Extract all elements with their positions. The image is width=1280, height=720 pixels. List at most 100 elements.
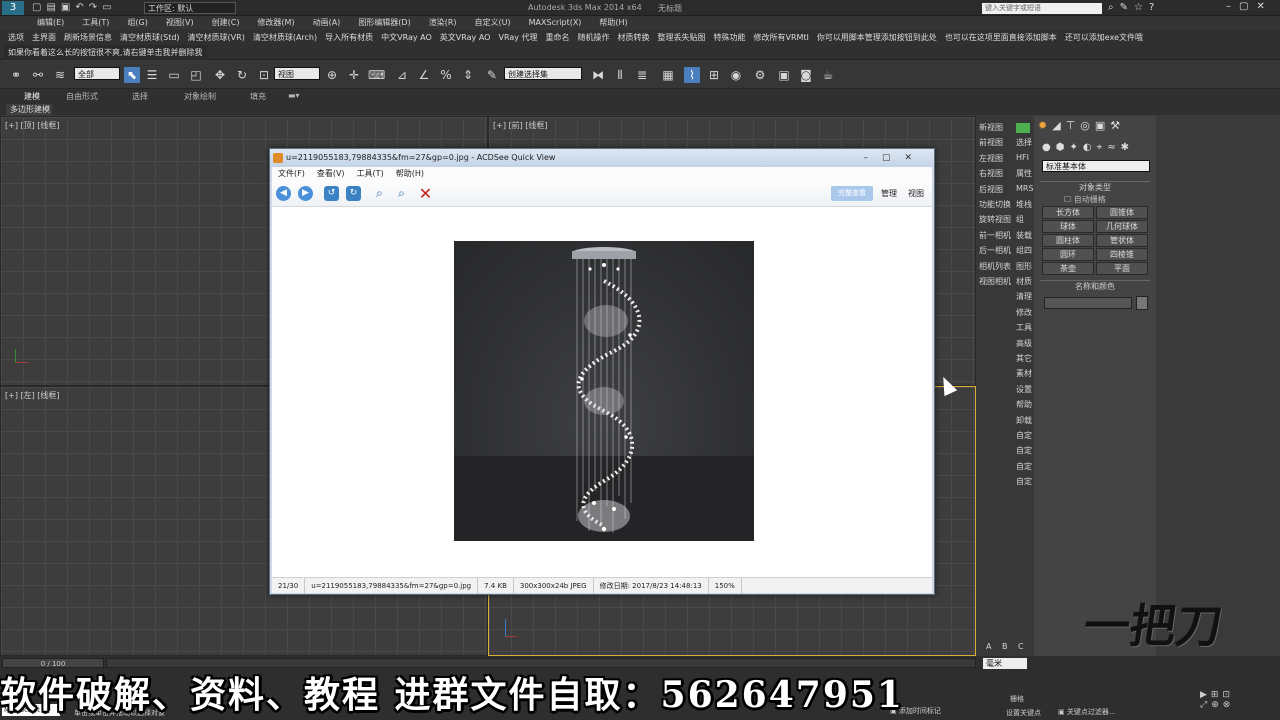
primitive-button[interactable]: 圆锥体 — [1096, 206, 1148, 219]
workspace-dropdown[interactable]: 工作区: 默认 — [144, 2, 236, 14]
align-icon[interactable]: ⫴ — [612, 67, 628, 83]
percent-snap-icon[interactable]: % — [438, 67, 454, 83]
acdsee-menu-file[interactable]: 文件(F) — [272, 167, 311, 181]
acdsee-window-controls[interactable]: –▢✕ — [863, 149, 926, 167]
side-button-tool[interactable]: 清理 — [1016, 291, 1032, 302]
app-logo-icon[interactable]: 3 — [2, 1, 24, 15]
side-button-tool[interactable]: 属性 — [1016, 168, 1032, 179]
select-by-name-icon[interactable]: ☰ — [144, 67, 160, 83]
window-crossing-icon[interactable]: ◰ — [188, 67, 204, 83]
script-button[interactable]: 特殊功能 — [710, 30, 750, 45]
bind-space-warp-icon[interactable]: ≋ — [52, 67, 68, 83]
primitive-button[interactable]: 球体 — [1042, 220, 1094, 233]
side-button-view[interactable]: 后一相机 — [979, 245, 1011, 256]
ribbon-tab-populate[interactable]: 填充 — [250, 91, 266, 102]
edit-named-selection-icon[interactable]: ✎ — [484, 67, 500, 83]
acdsee-image-area[interactable] — [272, 207, 932, 577]
label-c[interactable]: C — [1018, 642, 1024, 651]
side-button-tool[interactable]: 堆栈 — [1016, 199, 1032, 210]
script-button[interactable]: 修改所有VRMtl — [750, 30, 813, 45]
playback-controls[interactable]: ▶⊞⊡ ⤢⊕⊗ — [1200, 690, 1234, 710]
side-button-tool[interactable]: 帮助 — [1016, 399, 1032, 410]
side-button-tool[interactable]: 设置 — [1016, 384, 1032, 395]
menu-customize[interactable]: 自定义(U) — [466, 16, 520, 30]
side-button-view[interactable]: 前一相机 — [979, 230, 1011, 241]
menu-group[interactable]: 组(G) — [118, 16, 156, 30]
angle-snap-icon[interactable]: ∠ — [416, 67, 432, 83]
curve-editor-icon[interactable]: ⌇ — [684, 67, 700, 83]
side-button-tool[interactable]: HFI — [1016, 153, 1029, 162]
script-button[interactable]: 也可以在这项里面直接添加脚本 — [941, 30, 1061, 45]
ribbon-tab-modeling[interactable]: 建模 — [24, 91, 40, 102]
help-icons[interactable]: ⌕✎☆? — [1108, 2, 1160, 13]
side-button-tool[interactable]: 素材 — [1016, 368, 1032, 379]
script-button[interactable]: 英文VRay AO — [436, 30, 495, 45]
ribbon-tab-selection[interactable]: 选择 — [132, 91, 148, 102]
script-button[interactable]: 你可以用脚本管理添加按钮到此处 — [813, 30, 941, 45]
selection-filter-dropdown[interactable]: 全部 — [74, 67, 120, 80]
keyboard-shortcut-icon[interactable]: ⌨ — [368, 67, 385, 83]
primitive-type-dropdown[interactable]: 标准基本体 — [1042, 160, 1150, 172]
autogrid-checkbox[interactable]: ☐ 自动栅格 — [1064, 194, 1106, 205]
full-view-button[interactable]: 完整查看 — [831, 186, 873, 201]
side-button-view[interactable]: 视图相机 — [979, 276, 1011, 287]
label-b[interactable]: B — [1002, 642, 1008, 651]
script-hint-button[interactable]: 如果你看着这么长的按钮很不爽,请右键单击我并删除我 — [4, 45, 207, 60]
script-button[interactable]: 还可以添加exe文件哦 — [1061, 30, 1147, 45]
ribbon-tab-freeform[interactable]: 自由形式 — [66, 91, 98, 102]
rotate-left-icon[interactable]: ↺ — [324, 186, 339, 201]
unlink-icon[interactable]: ⚯ — [30, 67, 46, 83]
label-a[interactable]: A — [986, 642, 991, 651]
layer-manager-icon[interactable]: ≣ — [634, 67, 650, 83]
script-button[interactable]: 选项 — [4, 30, 28, 45]
menu-graph-editors[interactable]: 图形编辑器(D) — [349, 16, 419, 30]
ribbon-subpanel[interactable]: 多边形建模 — [6, 104, 52, 115]
side-button-tool[interactable]: 卸载 — [1016, 415, 1032, 426]
side-button-tool[interactable]: 材质 — [1016, 276, 1032, 287]
rect-selection-icon[interactable]: ▭ — [166, 67, 182, 83]
ribbon-toggle-icon[interactable]: ▦ — [660, 67, 676, 83]
material-editor-icon[interactable]: ◉ — [728, 67, 744, 83]
side-button-tool[interactable]: 工具 — [1016, 322, 1032, 333]
script-button[interactable]: 整理丢失贴图 — [654, 30, 710, 45]
primitive-button[interactable]: 四棱锥 — [1096, 248, 1148, 261]
side-button-tool[interactable]: 修改 — [1016, 307, 1032, 318]
menu-edit[interactable]: 编辑(E) — [28, 16, 73, 30]
script-button[interactable]: VRay 代理 — [494, 30, 541, 45]
next-image-icon[interactable]: ▶ — [298, 186, 313, 201]
side-button-view[interactable]: 相机列表 — [979, 261, 1011, 272]
mirror-icon[interactable]: ⧓ — [590, 67, 606, 83]
create-category-icons[interactable]: ●⬢✦◐⌖≈✱ — [1042, 142, 1134, 153]
quick-access-icons[interactable]: ▢▤▣↶↷▭ — [32, 2, 117, 13]
rendered-frame-icon[interactable]: ▣ — [776, 67, 792, 83]
primitive-button[interactable]: 茶壶 — [1042, 262, 1094, 275]
modify-tab-icon[interactable]: ◢ — [1052, 119, 1065, 132]
manage-button[interactable]: 管理 — [881, 186, 897, 201]
pivot-center-icon[interactable]: ⊕ — [324, 67, 340, 83]
rotate-right-icon[interactable]: ↻ — [346, 186, 361, 201]
primitive-button[interactable]: 圆环 — [1042, 248, 1094, 261]
menu-create[interactable]: 创建(C) — [203, 16, 249, 30]
zoom-out-icon[interactable]: ⌕ — [394, 186, 409, 201]
render-setup-icon[interactable]: ⚙ — [752, 67, 768, 83]
rotate-icon[interactable]: ↻ — [234, 67, 250, 83]
side-button-view[interactable]: 左视图 — [979, 153, 1003, 164]
window-controls[interactable]: –▢✕ — [1226, 1, 1273, 12]
acdsee-menu-tools[interactable]: 工具(T) — [351, 167, 390, 181]
hierarchy-tab-icon[interactable]: ⊤ — [1066, 119, 1081, 132]
side-button-view[interactable]: 右视图 — [979, 168, 1003, 179]
side-button-tool[interactable]: 组四 — [1016, 245, 1032, 256]
primitive-button[interactable]: 圆柱体 — [1042, 234, 1094, 247]
primitive-button[interactable]: 管状体 — [1096, 234, 1148, 247]
side-button-tool[interactable]: 其它 — [1016, 353, 1032, 364]
utilities-tab-icon[interactable]: ⚒ — [1110, 119, 1125, 132]
side-button-tool[interactable]: 自定 — [1016, 461, 1032, 472]
side-button-tool[interactable]: 自定 — [1016, 445, 1032, 456]
view-button[interactable]: 视图 — [908, 186, 924, 201]
side-button-tool[interactable]: 选择 — [1016, 137, 1032, 148]
side-button-tool[interactable]: 装载 — [1016, 230, 1032, 241]
schematic-view-icon[interactable]: ⊞ — [706, 67, 722, 83]
script-button[interactable]: 主界面 — [28, 30, 60, 45]
select-object-icon[interactable]: ⬉ — [124, 67, 140, 83]
side-button-tool[interactable]: 自定 — [1016, 476, 1032, 487]
